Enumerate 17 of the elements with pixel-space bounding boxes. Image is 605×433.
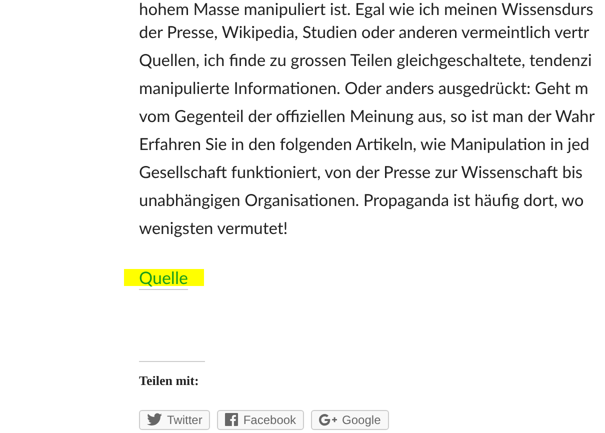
facebook-icon	[225, 413, 238, 426]
paragraph-line: Gesellschaft funktioniert, von der Presse zur Wissenschaft bis	[139, 161, 583, 184]
share-button[interactable]: Twitter	[139, 410, 210, 430]
paragraph-line: Erfahren Sie in den folgenden Artikeln, wie Manipulation in jed	[139, 133, 590, 156]
bird-icon	[147, 413, 162, 426]
paragraph-line: unabhängigen Organisationen. Propaganda ist häufig dort, wo	[139, 189, 584, 212]
paragraph-line: hohem Masse manipuliert ist. Egal wie ich meinen Wissensdurs	[139, 0, 594, 18]
paragraph-line: der Presse, Wikipedia, Studien oder anderen vermeintlich vertr	[139, 21, 590, 44]
share-heading: Teilen mit:	[139, 372, 199, 390]
paragraph-line: Quellen, ich finde zu grossen Teilen gleichgeschaltete, tendenzi	[139, 49, 592, 72]
paragraph-line: vom Gegenteil der offiziellen Meinung aus, so ist man der Wahr	[139, 105, 595, 128]
paragraph-line: manipulierte Informationen. Oder anders ausgedrückt: Geht m	[139, 77, 588, 100]
source-link[interactable]: Quelle	[124, 269, 204, 291]
paragraph-line: wenigsten vermutet!	[139, 217, 288, 240]
google-plus-icon	[319, 414, 338, 426]
share-button[interactable]: Facebook	[217, 410, 304, 430]
share-button[interactable]: Google	[311, 410, 389, 430]
